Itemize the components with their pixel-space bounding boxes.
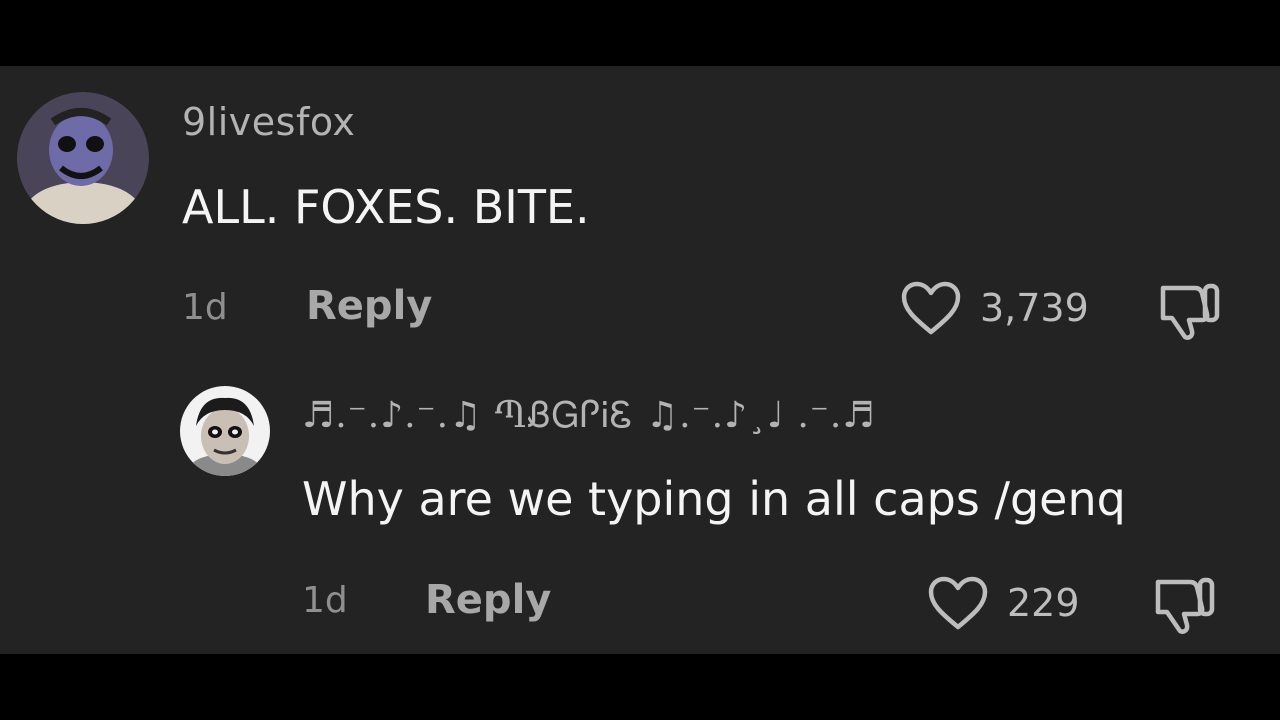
comment-username[interactable]: ♬.⁻.♪.⁻.♫ ՊᏰᏀᎵᎥᏋ ♫.⁻.♪¸♩ .⁻.♬	[302, 395, 876, 437]
avatar-image	[17, 92, 149, 224]
like-count: 3,739	[980, 286, 1089, 330]
avatar-image	[180, 386, 270, 476]
comment-text: ALL. FOXES. BITE.	[182, 180, 590, 234]
reply-button[interactable]: Reply	[306, 283, 432, 329]
comments-panel	[0, 66, 1280, 654]
like-count: 229	[1007, 581, 1080, 625]
thumbs-down-icon	[1160, 283, 1220, 340]
comment-timestamp: 1d	[182, 287, 228, 328]
letterbox-top	[0, 0, 1280, 66]
letterbox-bottom	[0, 654, 1280, 720]
dislike-button[interactable]	[1155, 280, 1221, 346]
reply-button[interactable]: Reply	[425, 577, 551, 623]
dislike-button[interactable]	[1150, 574, 1216, 640]
avatar[interactable]	[180, 386, 270, 476]
avatar[interactable]	[17, 92, 149, 224]
heart-outline-icon	[901, 281, 961, 335]
like-button[interactable]: 3,739	[900, 280, 1089, 336]
comment-username[interactable]: 9livesfox	[182, 100, 355, 144]
comment-text: Why are we typing in all caps /genq	[302, 472, 1126, 526]
heart-outline-icon	[928, 576, 988, 630]
thumbs-down-icon	[1155, 577, 1215, 634]
comment-timestamp: 1d	[302, 580, 348, 621]
like-button[interactable]: 229	[927, 575, 1080, 631]
